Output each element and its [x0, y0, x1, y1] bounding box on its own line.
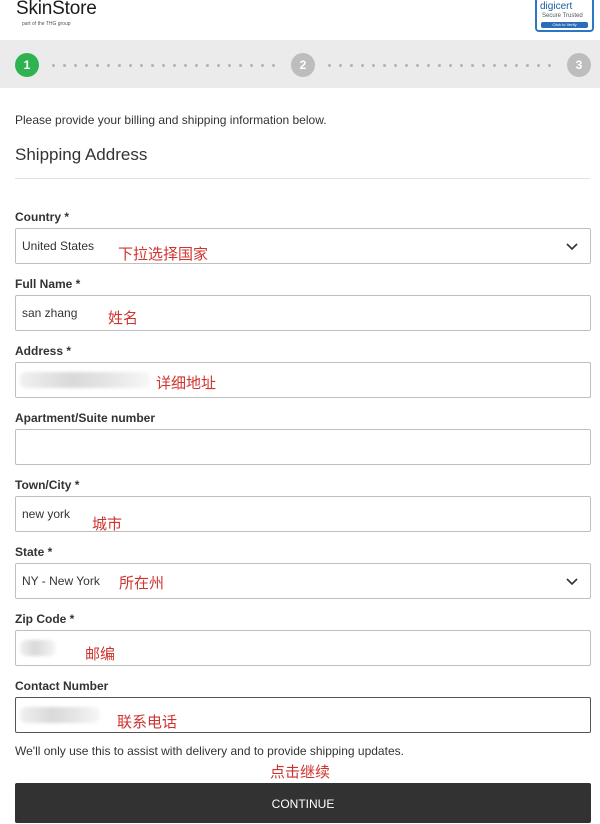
- section-title: Shipping Address: [15, 145, 148, 164]
- country-value: United States: [22, 239, 95, 253]
- progress-dots-1: [48, 64, 282, 67]
- continue-button[interactable]: CONTINUE: [15, 783, 591, 823]
- site-header: SkinStore part of the THG group digicert…: [0, 0, 600, 40]
- contact-input[interactable]: [15, 697, 591, 733]
- contact-annotation: 联系电话: [117, 714, 178, 731]
- redacted-zip: [20, 640, 56, 656]
- country-annotation: 下拉选择国家: [118, 246, 209, 263]
- state-value: NY - New York: [22, 574, 100, 588]
- country-select[interactable]: United States: [15, 228, 591, 264]
- contact-label: Contact Number: [15, 679, 109, 693]
- step-3: 3: [567, 53, 591, 77]
- apartment-label: Apartment/Suite number: [15, 411, 156, 425]
- checkout-progress: 1 2 3: [0, 40, 600, 88]
- full-name-value: san zhang: [22, 306, 78, 320]
- chevron-down-icon: [566, 243, 578, 251]
- section-divider: [15, 178, 590, 179]
- full-name-annotation: 姓名: [108, 310, 139, 327]
- chevron-down-icon: [566, 578, 578, 586]
- badge-secure-text: Secure Trusted: [542, 13, 583, 19]
- town-annotation: 城市: [92, 516, 123, 533]
- form-intro: Please provide your billing and shipping…: [15, 113, 327, 127]
- step-1: 1: [15, 53, 39, 77]
- state-annotation: 所在州: [119, 575, 165, 592]
- progress-dots-2: [324, 64, 558, 67]
- continue-annotation: 点击继续: [270, 764, 331, 781]
- badge-title: digicert: [540, 1, 573, 12]
- digicert-badge[interactable]: digicert Secure Trusted Click to Verify: [535, 0, 594, 32]
- full-name-input[interactable]: san zhang: [15, 295, 591, 331]
- logo-tagline: part of the THG group: [22, 21, 71, 27]
- state-label: State *: [15, 545, 53, 559]
- zip-label: Zip Code *: [15, 612, 75, 626]
- state-select[interactable]: NY - New York: [15, 563, 591, 599]
- redacted-address: [20, 372, 150, 388]
- badge-verify-label: Click to Verify: [552, 22, 577, 27]
- full-name-label: Full Name *: [15, 277, 81, 291]
- zip-annotation: 邮编: [85, 646, 116, 663]
- redacted-contact: [20, 707, 100, 723]
- address-input[interactable]: [15, 362, 591, 398]
- town-value: new york: [22, 507, 71, 521]
- badge-verify-button[interactable]: Click to Verify: [541, 22, 588, 28]
- country-label: Country *: [15, 210, 69, 224]
- address-label: Address *: [15, 344, 72, 358]
- skinstore-logo[interactable]: SkinStore: [16, 0, 97, 20]
- apartment-input[interactable]: [15, 429, 591, 465]
- shipping-help-text: We'll only use this to assist with deliv…: [15, 744, 404, 758]
- town-label: Town/City *: [15, 478, 80, 492]
- address-annotation: 详细地址: [156, 375, 217, 392]
- step-2: 2: [291, 53, 315, 77]
